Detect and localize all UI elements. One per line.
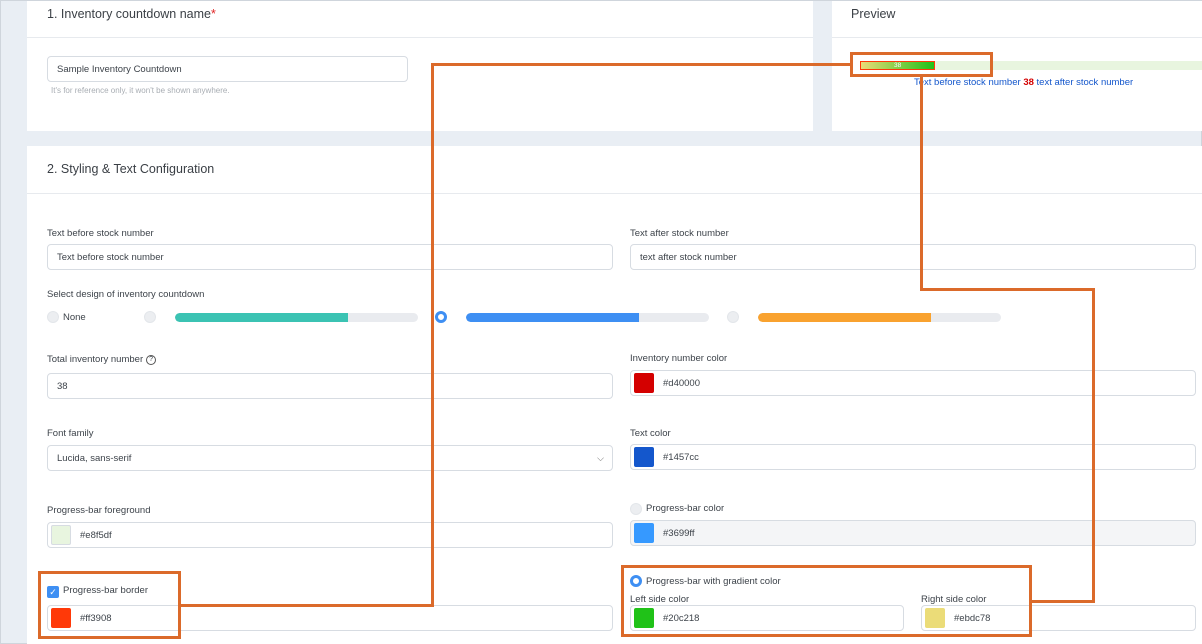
- font-family-select[interactable]: Lucida, sans-serif ⌵: [47, 445, 613, 471]
- design-3-radio[interactable]: [727, 311, 739, 323]
- annotation-line: [920, 288, 1095, 291]
- design-1-bar[interactable]: [175, 313, 418, 322]
- annotation-line: [1032, 600, 1095, 603]
- section-1-title: 1. Inventory countdown name*: [47, 7, 216, 21]
- text-after-input[interactable]: text after stock number: [630, 244, 1196, 270]
- progress-bar-color-swatch[interactable]: [634, 523, 654, 543]
- inventory-name-hint: It's for reference only, it won't be sho…: [51, 86, 230, 95]
- inventory-name-card: 1. Inventory countdown name* Sample Inve…: [27, 1, 813, 131]
- text-before-input[interactable]: Text before stock number: [47, 244, 613, 270]
- text-color-label: Text color: [630, 428, 671, 439]
- text-before-label: Text before stock number: [47, 228, 154, 239]
- total-inventory-input[interactable]: 38: [47, 373, 613, 399]
- preview-text: Text before stock number 38 text after s…: [914, 77, 1134, 88]
- annotation-line: [431, 63, 850, 66]
- inventory-color-swatch[interactable]: [634, 373, 654, 393]
- chevron-down-icon: ⌵: [597, 453, 604, 463]
- preview-title: Preview: [851, 7, 896, 21]
- total-inventory-label: Total inventory number?: [47, 354, 157, 365]
- inventory-color-input[interactable]: #d40000: [630, 370, 1196, 396]
- annotation-line: [920, 77, 923, 291]
- annotation-preview-box: [850, 52, 993, 77]
- progress-bar-color-input[interactable]: #3699ff: [630, 520, 1196, 546]
- foreground-input[interactable]: #e8f5df: [47, 522, 613, 548]
- annotation-gradient-box: [621, 565, 1032, 637]
- text-after-label: Text after stock number: [630, 228, 729, 239]
- progress-bar-color-radio[interactable]: [630, 503, 642, 515]
- foreground-label: Progress-bar foreground: [47, 505, 151, 516]
- design-label: Select design of inventory countdown: [47, 289, 205, 300]
- annotation-border-box: [38, 571, 181, 639]
- design-none-radio[interactable]: [47, 311, 59, 323]
- progress-bar-color-label: Progress-bar color: [646, 503, 725, 514]
- design-1-radio[interactable]: [144, 311, 156, 323]
- text-color-swatch[interactable]: [634, 447, 654, 467]
- inventory-name-input[interactable]: Sample Inventory Countdown: [47, 56, 408, 82]
- inventory-color-label: Inventory number color: [630, 353, 728, 364]
- design-2-radio[interactable]: [435, 311, 447, 323]
- annotation-line: [431, 63, 434, 607]
- text-color-input[interactable]: #1457cc: [630, 444, 1196, 470]
- design-2-bar[interactable]: [466, 313, 709, 322]
- foreground-swatch[interactable]: [51, 525, 71, 545]
- font-family-label: Font family: [47, 428, 94, 439]
- help-icon[interactable]: ?: [146, 355, 157, 365]
- section-2-title: 2. Styling & Text Configuration: [47, 162, 215, 176]
- design-3-bar[interactable]: [758, 313, 1001, 322]
- annotation-line: [1092, 288, 1095, 603]
- annotation-line: [181, 604, 434, 607]
- design-none-label: None: [63, 312, 86, 323]
